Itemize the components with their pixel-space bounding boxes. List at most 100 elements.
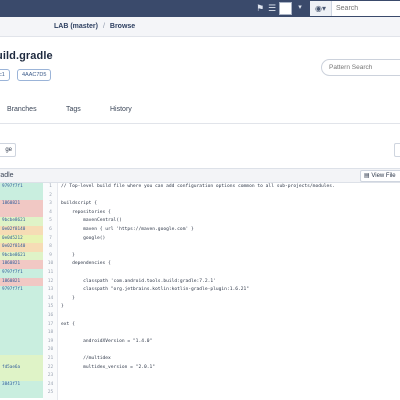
- file-icon: ▤: [364, 173, 370, 179]
- line-number[interactable]: 9: [43, 252, 58, 261]
- blame-commit[interactable]: 9797f7f1: [0, 286, 43, 295]
- blame-commit: [0, 337, 43, 347]
- line-number[interactable]: 3: [43, 200, 58, 209]
- breadcrumb-separator: /: [102, 23, 105, 30]
- code-line: buildscript {: [61, 201, 97, 207]
- blame-commit[interactable]: 1860821: [0, 260, 43, 269]
- view-file-label: View File: [371, 173, 396, 179]
- file-name: radle: [0, 172, 14, 179]
- line-number[interactable]: 5: [43, 217, 58, 226]
- code-content: // Top-level build file where you can ad…: [58, 183, 400, 400]
- line-number[interactable]: 1: [43, 183, 58, 192]
- line-number[interactable]: 4: [43, 209, 58, 218]
- code-line: // Top-level build file where you can ad…: [61, 184, 335, 189]
- line-number[interactable]: 25: [43, 389, 58, 398]
- line-number[interactable]: 7: [43, 235, 58, 244]
- breadcrumb: LAB (master) / Browse: [0, 17, 400, 37]
- line-number[interactable]: 19: [43, 338, 58, 347]
- top-header: ⚑ ☰ ▾ ◉▾: [0, 0, 400, 17]
- blame-commit[interactable]: 9bcbe8621: [0, 217, 43, 226]
- blame-commit[interactable]: 1860821: [0, 277, 43, 287]
- blame-commit[interactable]: fd5ae6a: [0, 363, 43, 373]
- blame-commit[interactable]: 1860821: [0, 200, 43, 209]
- line-number[interactable]: 10: [43, 260, 58, 269]
- blame-commit[interactable]: 3843f71: [0, 380, 43, 390]
- line-number[interactable]: 8: [43, 243, 58, 252]
- line-number[interactable]: 23: [43, 372, 58, 381]
- line-number[interactable]: 20: [43, 346, 58, 355]
- pattern-search-input[interactable]: [321, 59, 400, 76]
- blame-commit: [0, 329, 43, 338]
- line-number[interactable]: 17: [43, 321, 58, 330]
- line-number[interactable]: 24: [43, 381, 58, 390]
- repo-tabs: Branches Tags History: [0, 98, 400, 124]
- blame-commit: [0, 372, 43, 381]
- code-line: classpath "org.jetbrains.kotlin:kotlin-g…: [61, 287, 250, 293]
- chevron-down-icon[interactable]: ▾: [294, 2, 306, 14]
- code-line: androidXVersion = "1.4.0": [61, 338, 153, 344]
- search-input[interactable]: [334, 1, 398, 16]
- line-number[interactable]: 18: [43, 329, 58, 338]
- avatar[interactable]: [279, 2, 292, 15]
- code-line: multidex_version = "2.0.1": [61, 364, 156, 370]
- bookmark-icon[interactable]: ⚑: [254, 2, 266, 14]
- code-line: //multidex: [61, 356, 111, 361]
- blame-view: 9797f7f1 1860821 9bcbe8621 0e02f8140 0e0d521…: [0, 183, 400, 400]
- line-number-gutter: 1 2 3 4 5 6 7 8 9 10 11 12 13 14 15 16 17 18 19 20 21 22 23 24 2…: [43, 183, 58, 400]
- blame-commit: [0, 346, 43, 355]
- code-line: maven { url 'https://maven.google.com' }: [61, 227, 194, 232]
- line-number[interactable]: 2: [43, 192, 58, 201]
- branch-badge[interactable]: c1: [0, 69, 10, 81]
- line-number[interactable]: 6: [43, 226, 58, 235]
- view-file-button[interactable]: ▤ View File: [360, 170, 400, 182]
- blame-commit[interactable]: 9797f7f1: [0, 269, 43, 278]
- blame-commit: [0, 294, 43, 304]
- commit-badge[interactable]: 4AAC7D5: [17, 69, 52, 81]
- blame-column: 9797f7f1 1860821 9bcbe8621 0e02f8140 0e0d521…: [0, 183, 43, 400]
- blame-commit[interactable]: 0e02f8140: [0, 226, 43, 235]
- code-line: }: [61, 304, 64, 310]
- tab-tags[interactable]: Tags: [66, 106, 81, 113]
- tab-branches[interactable]: Branches: [7, 106, 37, 113]
- line-number[interactable]: 15: [43, 303, 58, 312]
- line-number[interactable]: 16: [43, 312, 58, 321]
- file-viewer-header: radle ▤ View File: [0, 168, 400, 183]
- code-line: ext {: [61, 321, 75, 327]
- toolbar-button-right[interactable]: [394, 143, 400, 157]
- blame-commit[interactable]: 0e02f8140: [0, 243, 43, 252]
- line-number[interactable]: 11: [43, 269, 58, 278]
- blame-commit: [0, 312, 43, 321]
- tab-history[interactable]: History: [110, 106, 132, 113]
- globe-icon: ◉▾: [315, 4, 326, 13]
- line-number[interactable]: 14: [43, 295, 58, 304]
- blame-commit: [0, 389, 43, 398]
- search-scope-button[interactable]: ◉▾: [310, 1, 332, 16]
- line-number[interactable]: 22: [43, 364, 58, 373]
- toolbar-button[interactable]: ge: [0, 143, 16, 157]
- blame-commit: [0, 191, 43, 201]
- code-line: }: [61, 252, 75, 258]
- line-number[interactable]: 21: [43, 355, 58, 364]
- blame-commit[interactable]: 0e0d5212: [0, 234, 43, 244]
- breadcrumb-repo[interactable]: LAB (master): [54, 23, 98, 30]
- blame-commit[interactable]: 9bcbe8621: [0, 251, 43, 261]
- menu-icon[interactable]: ☰: [266, 2, 278, 14]
- page-title: uild.gradle: [0, 50, 53, 62]
- code-line: }: [61, 295, 75, 301]
- line-number[interactable]: 12: [43, 278, 58, 287]
- breadcrumb-current[interactable]: Browse: [110, 23, 135, 30]
- line-number[interactable]: 13: [43, 286, 58, 295]
- blame-commit[interactable]: 9797f7f1: [0, 183, 43, 192]
- blame-commit: [0, 355, 43, 364]
- blame-commit: [0, 208, 43, 218]
- code-line: mavenCentral(): [61, 218, 122, 224]
